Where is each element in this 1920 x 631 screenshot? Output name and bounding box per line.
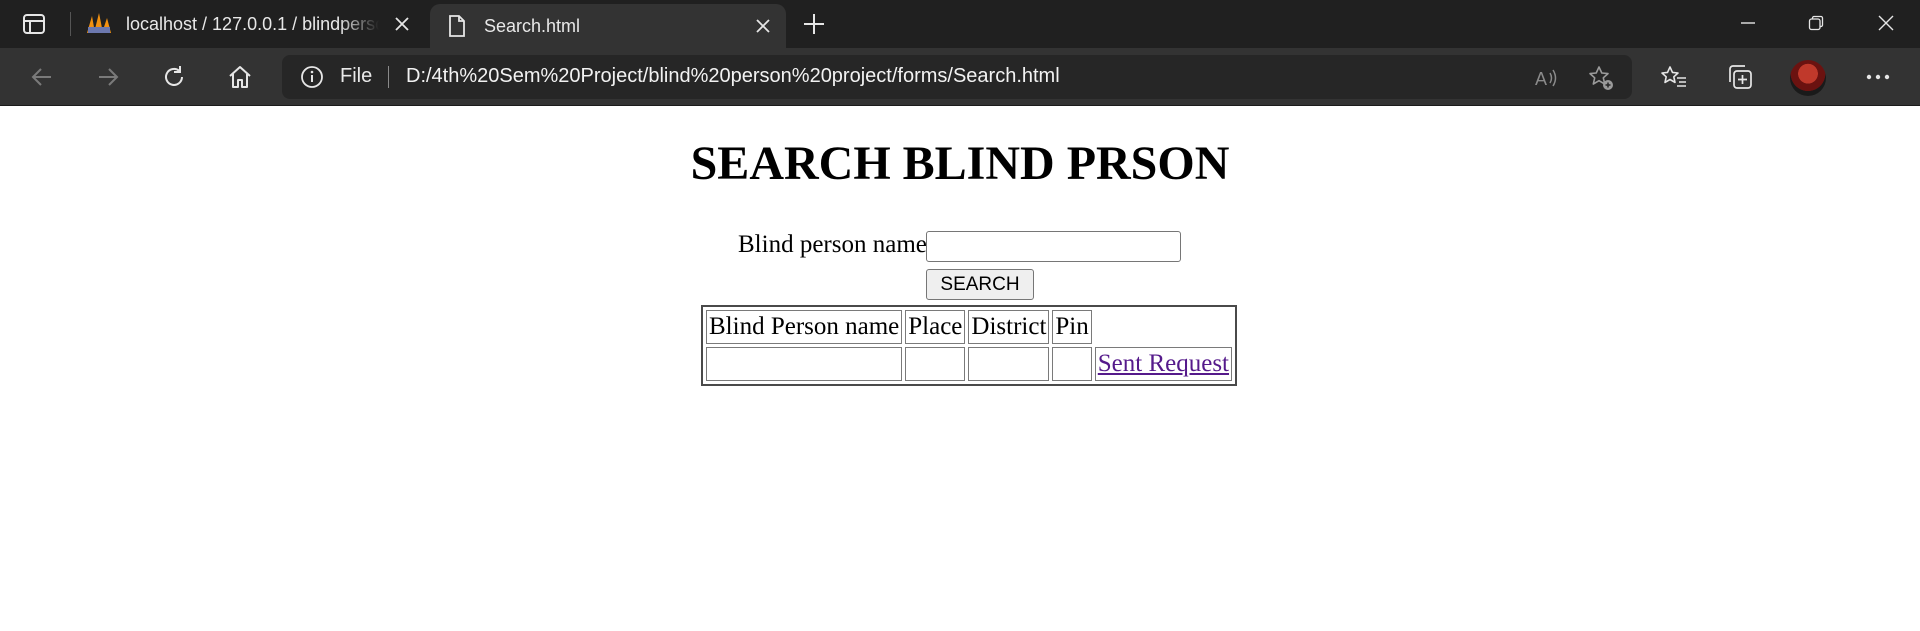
favorites-icon[interactable] [1654,57,1694,97]
home-icon[interactable] [220,57,260,97]
page-title: SEARCH BLIND PRSON [690,137,1230,190]
browser-toolbar: File D:/4th%20Sem%20Project/blind%20pers… [0,48,1920,106]
read-aloud-icon[interactable]: A [1532,63,1562,93]
info-icon[interactable] [300,65,324,89]
browser-titlebar: localhost / 127.0.0.1 / blindperson Sear… [0,0,1920,48]
sent-request-link[interactable]: Sent Request [1098,350,1229,377]
add-favorite-icon[interactable] [1586,63,1616,93]
blind-person-name-input[interactable] [926,231,1181,262]
tab-separator [70,12,71,36]
cell-district [968,347,1050,381]
back-icon[interactable] [22,57,62,97]
header-place: Place [905,310,966,344]
search-button[interactable]: SEARCH [926,269,1034,300]
svg-text:A: A [1535,69,1547,89]
header-district: District [968,310,1050,344]
tab-actions-icon[interactable] [16,8,52,40]
page-content: SEARCH BLIND PRSON Blind person name SEA… [0,107,1920,631]
close-window-icon[interactable] [1852,0,1920,46]
blind-person-name-label: Blind person name [738,231,927,258]
forward-icon[interactable] [88,57,128,97]
header-blind-person-name: Blind Person name [706,310,903,344]
address-url[interactable]: D:/4th%20Sem%20Project/blind%20person%20… [406,65,1060,88]
results-table: Blind Person name Place District Pin Sen… [701,305,1238,386]
address-divider [388,66,389,88]
cell-name [706,347,903,381]
tab-title: localhost / 127.0.0.1 / blindperson [126,13,379,35]
more-icon[interactable] [1858,57,1898,97]
tab-title: Search.html [484,15,581,36]
tab-phpmyadmin[interactable]: localhost / 127.0.0.1 / blindperson [80,0,425,48]
cell-place [905,347,966,381]
cell-pin [1052,347,1092,381]
new-tab-icon[interactable] [796,8,832,40]
refresh-icon[interactable] [154,57,194,97]
close-icon[interactable] [389,11,415,37]
cell-action: Sent Request [1094,347,1233,381]
address-bar[interactable]: File D:/4th%20Sem%20Project/blind%20pers… [282,55,1632,99]
table-row: Sent Request [706,347,1233,381]
restore-icon[interactable] [1782,0,1850,46]
header-empty [1095,310,1232,344]
address-scheme-label: File [340,65,373,87]
phpmyadmin-icon [86,12,112,34]
close-icon[interactable] [750,13,776,39]
header-pin: Pin [1052,310,1092,344]
table-header-row: Blind Person name Place District Pin [706,310,1232,344]
collections-icon[interactable] [1720,57,1760,97]
profile-avatar[interactable] [1790,60,1826,96]
file-icon [446,14,472,37]
tab-search-html[interactable]: Search.html [430,4,786,48]
minimize-icon[interactable] [1714,0,1782,46]
